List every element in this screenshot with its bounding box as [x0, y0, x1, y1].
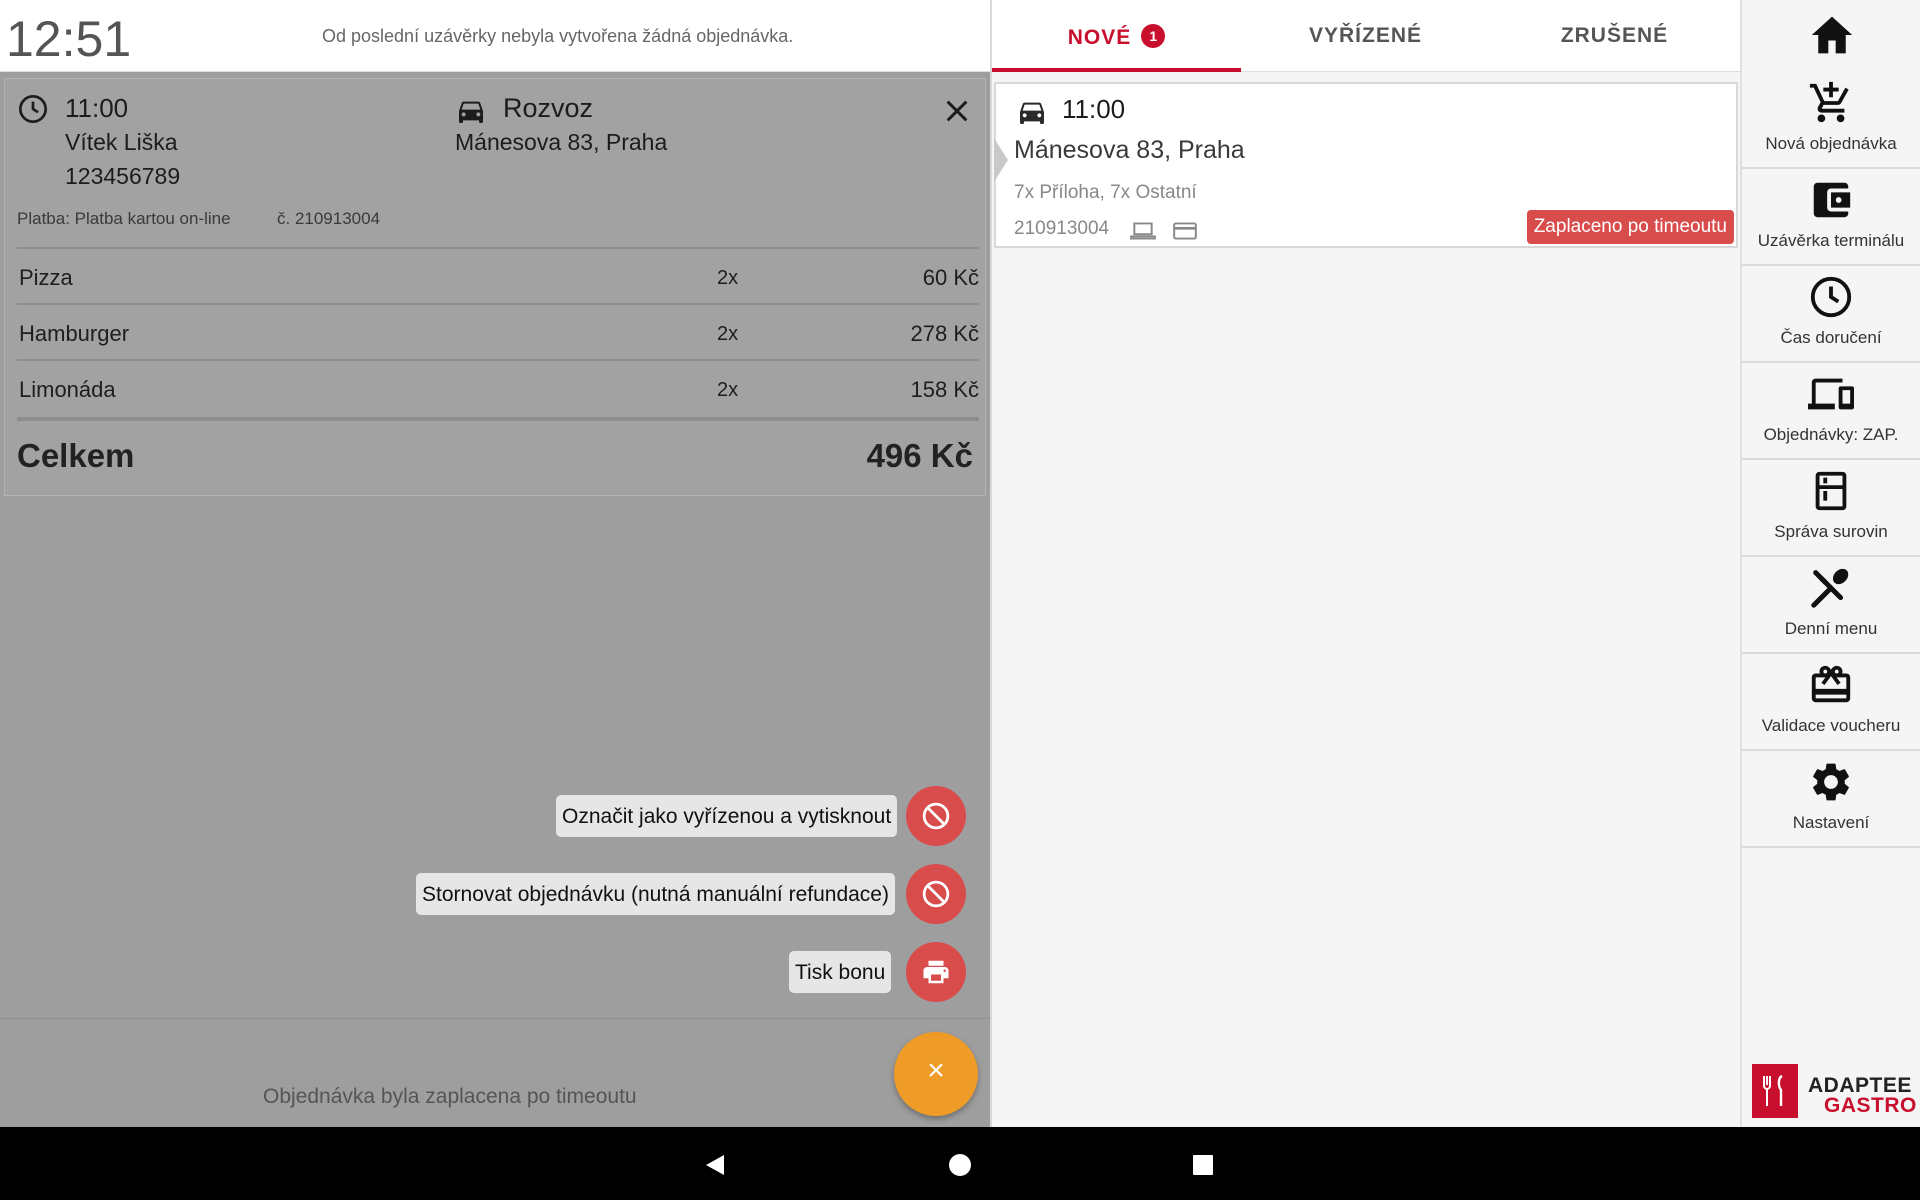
- clock-icon: [19, 95, 47, 123]
- total-label: Celkem: [17, 437, 135, 474]
- fork-knife-icon: [1763, 1074, 1783, 1106]
- utensils-icon: [1811, 568, 1849, 608]
- total-value: 496 Kč: [866, 437, 973, 474]
- sidebar-item-label: Denní menu: [1784, 619, 1878, 638]
- sidebar-item-delivery-time[interactable]: Čas doručení: [1742, 266, 1920, 363]
- order-time: 11:00: [1062, 94, 1126, 124]
- tab-label: NOVÉ: [1067, 26, 1132, 49]
- item-name: Limonáda: [19, 377, 116, 402]
- order-detail-card: 11:00 Vítek Liška 123456789 Rozvoz Mánes…: [4, 78, 986, 496]
- system-nav-bar: [0, 1127, 1920, 1200]
- sidebar-item-label: Čas doručení: [1780, 328, 1882, 347]
- home-icon: [1811, 16, 1853, 54]
- car-icon: [459, 101, 483, 123]
- recents-icon[interactable]: [1192, 1154, 1214, 1176]
- fridge-icon: [1815, 471, 1847, 511]
- tab-label: VYŘÍZENÉ: [1308, 24, 1423, 47]
- wallet-icon: [1813, 182, 1851, 218]
- closing-info-text: Od poslední uzávěrky nebyla vytvořena žá…: [322, 26, 794, 46]
- item-price: 278 Kč: [910, 321, 980, 346]
- print-receipt-button[interactable]: [906, 942, 966, 1002]
- sidebar-item-label: Uzávěrka terminálu: [1757, 231, 1905, 250]
- customer-name: Vítek Liška: [65, 129, 178, 155]
- app-root: 12:51 Od poslední uzávěrky nebyla vytvoř…: [0, 0, 1920, 1200]
- car-icon: [1020, 102, 1044, 124]
- logo-mark: [1752, 1064, 1798, 1118]
- close-icon: ×: [927, 1054, 945, 1087]
- clock-icon: [1810, 276, 1852, 318]
- customer-phone: 123456789: [65, 163, 181, 189]
- new-count-badge: 1: [1141, 24, 1166, 48]
- order-detail-pane: 12:51 Od poslední uzávěrky nebyla vytvoř…: [0, 0, 990, 1127]
- orders-list-pane: NOVÉ 1 VYŘÍZENÉ ZRUŠENÉ 11:00 Mánesova 83…: [992, 0, 1740, 1127]
- tab-cancelled[interactable]: ZRUŠENÉ: [1490, 0, 1739, 72]
- item-qty: 2x: [717, 379, 739, 401]
- sidebar-item-terminal-closing[interactable]: Uzávěrka terminálu: [1742, 169, 1920, 266]
- home-nav-icon[interactable]: [948, 1153, 972, 1177]
- devices-icon: [1808, 378, 1854, 410]
- cancel-order-label[interactable]: Stornovat objednávku (nutná manuální ref…: [416, 873, 895, 915]
- sidebar-item-daily-menu[interactable]: Denní menu: [1742, 557, 1920, 654]
- selected-indicator: [994, 138, 1008, 182]
- sidebar-item-label: Objednávky: ZAP.: [1763, 425, 1899, 444]
- close-actions-fab[interactable]: ×: [894, 1032, 978, 1116]
- delivery-type: Rozvoz: [503, 93, 594, 123]
- logo-text-gastro: GASTRO: [1824, 1094, 1917, 1117]
- adaptee-gastro-logo: ADAPTEE GASTRO: [1752, 1060, 1916, 1120]
- order-time: 11:00: [65, 93, 129, 123]
- mark-done-print-label[interactable]: Označit jako vyřízenou a vytisknout: [556, 795, 898, 837]
- order-number: č. 210913004: [277, 209, 381, 228]
- payment-status-badge: Zaplaceno po timeoutu: [1526, 210, 1734, 244]
- item-price: 158 Kč: [910, 377, 980, 402]
- order-item-row: Hamburger 2x 278 Kč: [17, 303, 979, 359]
- sidebar-item-label: Nová objednávka: [1765, 134, 1897, 153]
- tab-done[interactable]: VYŘÍZENÉ: [1241, 0, 1490, 72]
- active-tab-indicator: [992, 68, 1241, 72]
- sidebar-item-voucher-validation[interactable]: Validace voucheru: [1742, 654, 1920, 751]
- sidebar-item-new-order[interactable]: Nová objednávka: [1742, 72, 1920, 169]
- item-qty: 2x: [717, 267, 739, 289]
- order-card[interactable]: 11:00 Mánesova 83, Praha 7x Příloha, 7x …: [994, 82, 1738, 248]
- order-address: Mánesova 83, Praha: [1014, 136, 1245, 164]
- gear-icon: [1813, 763, 1849, 801]
- print-receipt-label[interactable]: Tisk bonu: [789, 951, 892, 993]
- order-items-summary: 7x Příloha, 7x Ostatní: [1014, 182, 1197, 203]
- home-button[interactable]: [1742, 0, 1920, 72]
- left-footer: Objednávka byla zaplacena po timeoutu: [0, 1018, 990, 1127]
- block-icon: [922, 880, 950, 908]
- delivery-address: Mánesova 83, Praha: [455, 129, 668, 155]
- add-cart-icon: [1809, 81, 1849, 123]
- order-item-row: Pizza 2x 60 Kč: [17, 247, 979, 303]
- back-icon[interactable]: [704, 1153, 726, 1177]
- mark-done-print-button[interactable]: [906, 786, 966, 846]
- sidebar-item-label: Validace voucheru: [1761, 716, 1901, 735]
- order-number: 210913004: [1014, 218, 1110, 239]
- close-icon[interactable]: [941, 95, 973, 127]
- item-name: Pizza: [19, 265, 73, 290]
- sidebar-item-label: Nastavení: [1792, 813, 1870, 832]
- payment-method: Platba: Platba kartou on-line: [17, 209, 231, 228]
- laptop-icon: [1130, 222, 1156, 240]
- item-name: Hamburger: [19, 321, 130, 346]
- tab-label: ZRUŠENÉ: [1560, 24, 1669, 47]
- order-tabs: NOVÉ 1 VYŘÍZENÉ ZRUŠENÉ: [992, 0, 1740, 72]
- tab-new[interactable]: NOVÉ 1: [992, 0, 1241, 72]
- gift-card-icon: [1811, 665, 1851, 703]
- sidebar: Nová objednávka Uzávěrka terminálu Čas d…: [1740, 0, 1920, 1127]
- sidebar-item-label: Správa surovin: [1774, 522, 1888, 541]
- print-icon: [923, 960, 949, 984]
- total-divider: [17, 417, 979, 421]
- sidebar-item-orders-toggle[interactable]: Objednávky: ZAP.: [1742, 363, 1920, 460]
- order-item-row: Limonáda 2x 158 Kč: [17, 359, 979, 415]
- payment-status-message: Objednávka byla zaplacena po timeoutu: [263, 1085, 637, 1108]
- item-price: 60 Kč: [922, 265, 979, 290]
- credit-card-icon: [1173, 222, 1197, 240]
- cancel-order-button[interactable]: [906, 864, 966, 924]
- sidebar-item-settings[interactable]: Nastavení: [1742, 751, 1920, 848]
- clock: 12:51: [6, 11, 132, 67]
- left-header: 12:51 Od poslední uzávěrky nebyla vytvoř…: [0, 0, 990, 72]
- item-qty: 2x: [717, 323, 739, 345]
- sidebar-item-ingredients[interactable]: Správa surovin: [1742, 460, 1920, 557]
- block-icon: [922, 802, 950, 830]
